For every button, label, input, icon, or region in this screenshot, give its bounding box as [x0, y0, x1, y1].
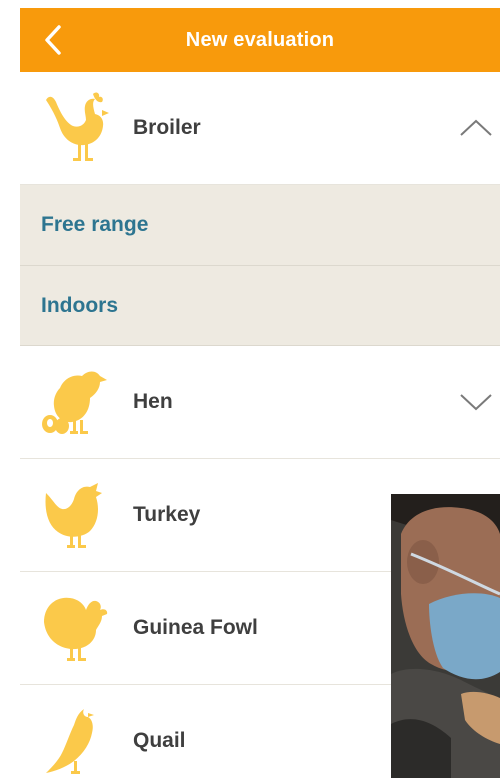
quail-icon: [40, 705, 112, 777]
category-label: Quail: [133, 729, 186, 752]
subitem-label: Indoors: [41, 293, 118, 317]
chevron-left-icon: [45, 25, 61, 55]
subitem-free-range[interactable]: Free range: [20, 185, 500, 266]
app-screen: New evaluation Broiler Free range Indoor…: [20, 0, 500, 778]
page-title: New evaluation: [185, 28, 335, 51]
category-label: Hen: [133, 390, 173, 413]
chevron-up-icon[interactable]: [458, 110, 494, 146]
category-label: Guinea Fowl: [133, 616, 258, 639]
hen-with-eggs-icon: [40, 366, 112, 438]
chicken-icon: [40, 479, 112, 551]
category-label: Turkey: [133, 503, 201, 526]
turkey-icon: [40, 592, 112, 664]
back-button[interactable]: [32, 18, 76, 62]
category-item-broiler[interactable]: Broiler: [20, 72, 500, 185]
chevron-down-icon[interactable]: [458, 384, 494, 420]
category-item-hen[interactable]: Hen: [20, 346, 500, 459]
screen-edge: [0, 0, 20, 778]
category-label: Broiler: [133, 116, 201, 139]
subitem-indoors[interactable]: Indoors: [20, 266, 500, 346]
header-bar: New evaluation: [20, 8, 500, 72]
person-photo-image: [391, 494, 500, 778]
rooster-icon: [40, 92, 112, 164]
subitem-label: Free range: [41, 213, 149, 236]
video-overlay-thumbnail[interactable]: [391, 494, 500, 778]
